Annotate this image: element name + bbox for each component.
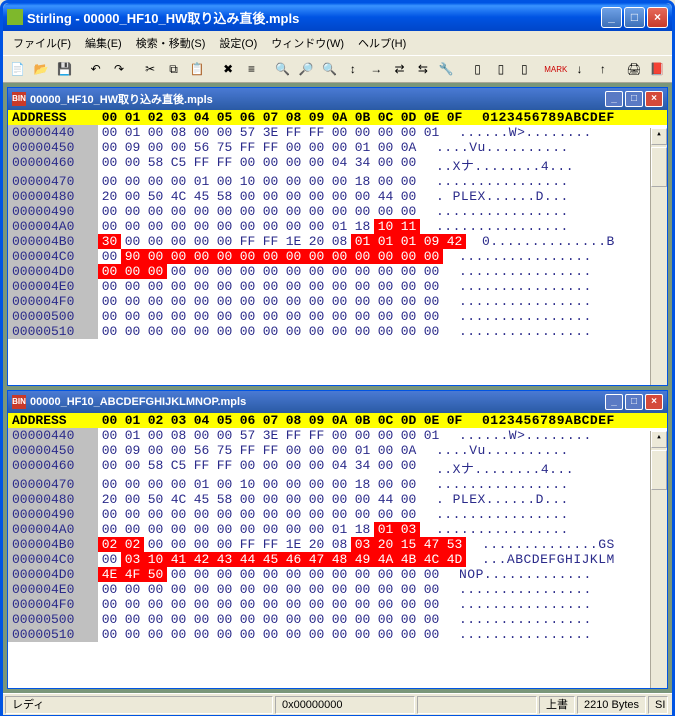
menu-help[interactable]: ヘルプ(H) — [352, 33, 412, 53]
status-pos: 0x00000000 — [275, 696, 415, 714]
paste-icon[interactable]: 📋 — [186, 58, 207, 80]
hex-row[interactable]: 000004C00003104142434445464748494A4B4C4D… — [8, 552, 667, 567]
down-icon[interactable]: ↓ — [569, 58, 590, 80]
window-title: Stirling - 00000_HF10_HW取り込み直後.mpls — [27, 8, 601, 27]
menu-edit[interactable]: 編集(E) — [79, 33, 128, 53]
statusbar: レディ 0x00000000 上書 2210 Bytes SI — [3, 693, 672, 715]
scroll-thumb[interactable] — [651, 450, 667, 490]
mdi1-max-button[interactable]: □ — [625, 91, 643, 107]
delete-icon[interactable]: ✖ — [217, 58, 238, 80]
find-prev-icon[interactable]: 🔍 — [319, 58, 340, 80]
menu-search[interactable]: 検索・移動(S) — [130, 33, 212, 53]
hex-row[interactable]: 000004C0009000000000000000000000000000..… — [8, 249, 667, 264]
hex-row[interactable]: 000004F0000000000000000000000000000000..… — [8, 597, 667, 612]
status-end: SI — [648, 696, 668, 714]
hex-row[interactable]: 00000510000000000000000000000000000000..… — [8, 324, 667, 339]
hex-row[interactable]: 00000460000058C5FFFF0000000004340000..Xナ… — [8, 458, 667, 477]
hex-view-1[interactable]: ADDRESS000102030405060708090A0B0C0D0E0F0… — [8, 110, 667, 385]
mdi2-max-button[interactable]: □ — [625, 394, 643, 410]
mdi2-min-button[interactable]: _ — [605, 394, 623, 410]
copy-icon[interactable]: ⧉ — [163, 58, 184, 80]
scrollbar-v[interactable]: ▴ — [650, 128, 667, 385]
cut-icon[interactable]: ✂ — [140, 58, 161, 80]
titlebar: Stirling - 00000_HF10_HW取り込み直後.mpls _ □ … — [3, 3, 672, 31]
maximize-button[interactable]: □ — [624, 7, 645, 28]
hex-row[interactable]: 000004B0020200000000FFFF1E20080320154753… — [8, 537, 667, 552]
doc-icon: BIN — [12, 92, 26, 106]
hex-row[interactable]: 00000500000000000000000000000000000000..… — [8, 309, 667, 324]
toolbar: 📄 📂 💾 ↶ ↷ ✂ ⧉ 📋 ✖ ≡ 🔍 🔎 🔍 ↕ → ⇄ ⇆ 🔧 ▯ ▯ … — [3, 55, 672, 83]
mdi1-min-button[interactable]: _ — [605, 91, 623, 107]
hex-row[interactable]: 000004700000000001001000000000180000....… — [8, 477, 667, 492]
hex-row[interactable]: 000004E0000000000000000000000000000000..… — [8, 582, 667, 597]
list-icon[interactable]: ≡ — [241, 58, 262, 80]
mdi1-close-button[interactable]: × — [645, 91, 663, 107]
mark-icon[interactable]: MARK — [545, 58, 567, 80]
menu-file[interactable]: ファイル(F) — [7, 33, 77, 53]
menu-window[interactable]: ウィンドウ(W) — [265, 33, 350, 53]
undo-icon[interactable]: ↶ — [85, 58, 106, 80]
status-empty — [417, 696, 537, 714]
compare-icon[interactable]: ⇄ — [389, 58, 410, 80]
scroll-up-icon[interactable]: ▴ — [651, 431, 667, 448]
hex-row[interactable]: 00000440000100080000573EFFFF0000000001..… — [8, 428, 667, 443]
menubar: ファイル(F) 編集(E) 検索・移動(S) 設定(O) ウィンドウ(W) ヘル… — [3, 31, 672, 55]
hex-row[interactable]: 000004B0300000000000FFFF1E20080101010942… — [8, 234, 667, 249]
hex-row[interactable]: 000004700000000001001000000000180000....… — [8, 174, 667, 189]
goto-icon[interactable]: → — [366, 58, 387, 80]
mdi2-title: 00000_HF10_ABCDEFGHIJKLMNOP.mpls — [30, 396, 605, 408]
print-icon[interactable]: 🖨 — [623, 58, 644, 80]
save-icon[interactable]: 💾 — [54, 58, 75, 80]
doc1-icon[interactable]: ▯ — [467, 58, 488, 80]
hex-row[interactable]: 000004802000504C45580000000000004400. PL… — [8, 189, 667, 204]
doc3-icon[interactable]: ▯ — [514, 58, 535, 80]
find-next-icon[interactable]: 🔎 — [295, 58, 316, 80]
scrollbar-v[interactable]: ▴ — [650, 431, 667, 688]
hex-row[interactable]: 000004D04E4F50000000000000000000000000NO… — [8, 567, 667, 582]
redo-icon[interactable]: ↷ — [108, 58, 129, 80]
hex-row[interactable]: 000004900000000000000000000000000000....… — [8, 507, 667, 522]
help-icon[interactable]: 📕 — [647, 58, 668, 80]
status-mode: 上書 — [539, 696, 575, 714]
mdi2-close-button[interactable]: × — [645, 394, 663, 410]
hex-row[interactable]: 000004D0000000000000000000000000000000..… — [8, 264, 667, 279]
hex-row[interactable]: 000004802000504C45580000000000004400. PL… — [8, 492, 667, 507]
status-ready: レディ — [5, 696, 273, 714]
hex-row[interactable]: 000004F0000000000000000000000000000000..… — [8, 294, 667, 309]
mdi-window-1: BIN 00000_HF10_HW取り込み直後.mpls _ □ × ADDRE… — [7, 87, 668, 386]
scroll-up-icon[interactable]: ▴ — [651, 128, 667, 145]
hex-row[interactable]: 00000450000900005675FFFF00000001000A....… — [8, 140, 667, 155]
hex-row[interactable]: 000004900000000000000000000000000000....… — [8, 204, 667, 219]
hex-row[interactable]: 00000440000100080000573EFFFF0000000001..… — [8, 125, 667, 140]
doc2-icon[interactable]: ▯ — [490, 58, 511, 80]
new-icon[interactable]: 📄 — [7, 58, 28, 80]
close-button[interactable]: × — [647, 7, 668, 28]
hex-row[interactable]: 000004E0000000000000000000000000000000..… — [8, 279, 667, 294]
doc-icon: BIN — [12, 395, 26, 409]
compare2-icon[interactable]: ⇆ — [412, 58, 433, 80]
status-size: 2210 Bytes — [577, 696, 646, 714]
hex-row[interactable]: 00000510000000000000000000000000000000..… — [8, 627, 667, 642]
hex-row[interactable]: 00000450000900005675FFFF00000001000A....… — [8, 443, 667, 458]
scroll-thumb[interactable] — [651, 147, 667, 187]
mdi-window-2: BIN 00000_HF10_ABCDEFGHIJKLMNOP.mpls _ □… — [7, 390, 668, 689]
find-icon[interactable]: 🔍 — [272, 58, 293, 80]
hex-header: ADDRESS000102030405060708090A0B0C0D0E0F0… — [8, 110, 667, 125]
hex-row[interactable]: 00000460000058C5FFFF0000000004340000..Xナ… — [8, 155, 667, 174]
hex-header: ADDRESS000102030405060708090A0B0C0D0E0F0… — [8, 413, 667, 428]
menu-settings[interactable]: 設定(O) — [213, 33, 263, 53]
tool-icon[interactable]: 🔧 — [436, 58, 457, 80]
hex-row[interactable]: 000004A00000000000000000000001180103....… — [8, 522, 667, 537]
replace-icon[interactable]: ↕ — [342, 58, 363, 80]
up-icon[interactable]: ↑ — [592, 58, 613, 80]
open-icon[interactable]: 📂 — [30, 58, 51, 80]
minimize-button[interactable]: _ — [601, 7, 622, 28]
hex-view-2[interactable]: ADDRESS000102030405060708090A0B0C0D0E0F0… — [8, 413, 667, 688]
hex-row[interactable]: 00000500000000000000000000000000000000..… — [8, 612, 667, 627]
mdi1-title: 00000_HF10_HW取り込み直後.mpls — [30, 91, 605, 107]
hex-row[interactable]: 000004A00000000000000000000001181011....… — [8, 219, 667, 234]
app-icon — [7, 9, 23, 25]
